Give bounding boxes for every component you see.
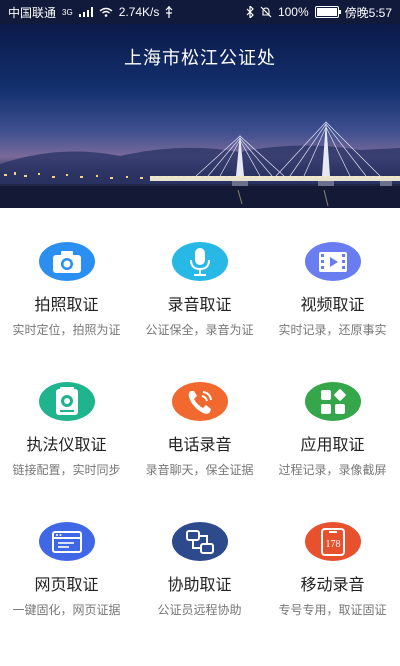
mute-icon	[260, 6, 272, 18]
network-label: 3G	[62, 7, 73, 17]
service-remote-assist[interactable]: 协助取证 公证员远程协助	[133, 488, 266, 618]
service-audio-evidence[interactable]: 录音取证 公证保全，录音为证	[133, 208, 266, 338]
video-icon	[304, 242, 361, 281]
service-description: 过程记录，录像截屏	[278, 463, 387, 477]
service-label: 移动录音	[300, 577, 365, 594]
service-description: 实时定位，拍照为证	[12, 323, 121, 337]
battery-icon	[314, 6, 341, 18]
service-description: 公证保全，录音为证	[145, 323, 254, 337]
service-grid: 拍照取证 实时定位，拍照为证 录音取证 公证保全，录音为证 视频取证 实时记录，…	[0, 208, 400, 638]
mobile-number-badge: 178	[325, 539, 340, 550]
page-title: 上海市松江公证处	[124, 48, 276, 68]
camera-icon	[38, 242, 95, 281]
phone-icon	[171, 382, 228, 421]
webpage-icon	[38, 522, 95, 561]
service-description: 一键固化，网页证据	[12, 603, 121, 617]
body-camera-icon	[38, 382, 95, 421]
bluetooth-icon	[246, 6, 254, 18]
service-app-evidence[interactable]: 应用取证 过程记录，录像截屏	[266, 348, 399, 478]
service-bodycam-evidence[interactable]: 执法仪取证 链接配置，实时同步	[0, 348, 133, 478]
service-video-evidence[interactable]: 视频取证 实时记录，还原事实	[266, 208, 399, 338]
service-description: 实时记录，还原事实	[278, 323, 387, 337]
service-label: 视频取证	[300, 297, 365, 314]
service-photo-evidence[interactable]: 拍照取证 实时定位，拍照为证	[0, 208, 133, 338]
header-banner: 上海市松江公证处	[0, 24, 400, 208]
apps-icon	[304, 382, 361, 421]
signal-icon	[78, 7, 93, 17]
service-description: 公证员远程协助	[157, 603, 242, 617]
service-mobile-recording[interactable]: 178 移动录音 专号专用，取证固证	[266, 488, 399, 618]
service-webpage-evidence[interactable]: 网页取证 一键固化，网页证据	[0, 488, 133, 618]
service-label: 执法仪取证	[26, 437, 107, 454]
carrier-label: 中国联通	[8, 5, 57, 20]
service-label: 电话录音	[167, 437, 232, 454]
service-label: 录音取证	[167, 297, 232, 314]
status-bar: 中国联通 3G 2.74K/s 100% 傍晚5:57	[0, 0, 400, 24]
battery-percent: 100%	[277, 5, 309, 19]
service-label: 网页取证	[34, 577, 99, 594]
service-label: 应用取证	[300, 437, 365, 454]
microphone-icon	[171, 242, 228, 281]
mobile-recording-icon: 178	[304, 522, 361, 561]
service-description: 专号专用，取证固证	[278, 603, 387, 617]
service-description: 链接配置，实时同步	[12, 463, 121, 477]
service-label: 拍照取证	[34, 297, 99, 314]
service-description: 录音聊天，保全证据	[145, 463, 254, 477]
speed-label: 2.74K/s	[118, 5, 160, 19]
usb-icon	[165, 6, 173, 18]
service-phone-recording[interactable]: 电话录音 录音聊天，保全证据	[133, 348, 266, 478]
wifi-icon	[99, 7, 113, 17]
assist-icon	[171, 522, 228, 561]
clock: 傍晚5:57	[344, 5, 392, 20]
service-label: 协助取证	[167, 577, 232, 594]
